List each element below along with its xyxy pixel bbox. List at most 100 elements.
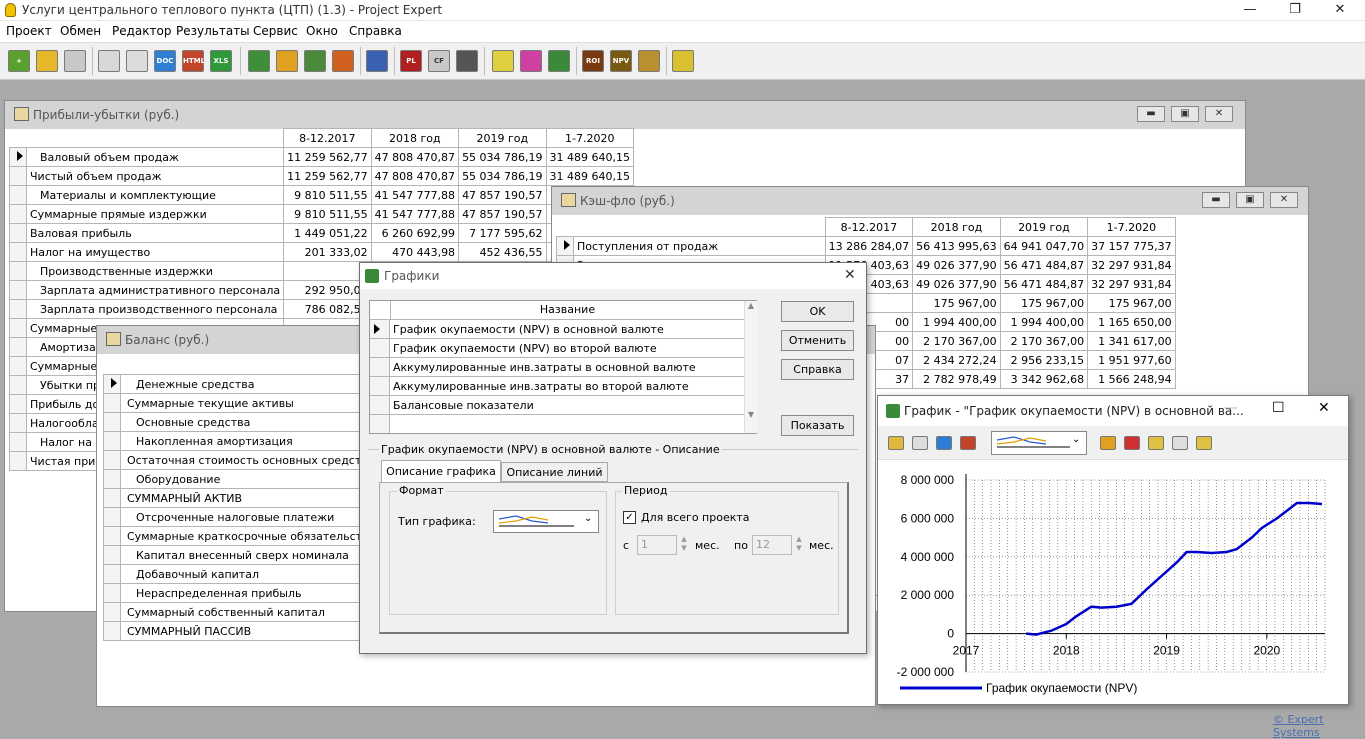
open-folder-icon[interactable] — [36, 50, 58, 72]
to-month-input[interactable]: 12 — [752, 535, 792, 555]
menu-project[interactable]: Проект — [6, 24, 52, 38]
list-item[interactable]: Балансовые показатели — [370, 396, 744, 415]
menu-exchange[interactable]: Обмен — [60, 24, 101, 38]
table-row[interactable]: СУММАРНЫЙ ПАССИВ — [103, 621, 385, 641]
cell-value[interactable]: 786 082,50 — [283, 299, 372, 319]
from-month-input[interactable]: 1 — [637, 535, 677, 555]
list-item[interactable]: Аккумулированные инв.затраты во второй в… — [370, 377, 744, 396]
row-label[interactable]: Основные средства — [119, 412, 380, 432]
new-project-icon[interactable]: + — [8, 50, 30, 72]
row-label[interactable]: Производственные издержки — [25, 261, 285, 281]
close-icon[interactable]: ✕ — [1325, 1, 1355, 19]
table-row[interactable]: Основные средства — [103, 412, 385, 432]
settings-icon[interactable] — [1100, 436, 1116, 450]
restore-icon[interactable]: ❐ — [1280, 1, 1310, 19]
save-icon[interactable] — [888, 436, 904, 450]
table-row[interactable]: СУММАРНЫЙ АКТИВ — [103, 488, 385, 508]
cf-report-icon[interactable]: CF — [428, 50, 450, 72]
tab-lines-description[interactable]: Описание линий — [501, 462, 608, 482]
chart-type-icon[interactable] — [1124, 436, 1140, 450]
cancel-button[interactable]: Отменить — [781, 330, 854, 351]
table-row[interactable]: Денежные средства — [103, 374, 385, 394]
cell-value[interactable]: 175 967,00 — [999, 293, 1089, 313]
cf-column-header[interactable]: 1-7.2020 — [1087, 217, 1176, 237]
cf-column-header[interactable]: 2019 год — [999, 217, 1089, 237]
balance-report-icon[interactable] — [456, 50, 478, 72]
row-label[interactable]: Материалы и комплектующие — [25, 185, 285, 205]
pl-column-header[interactable]: 2019 год — [458, 128, 547, 148]
row-label[interactable]: СУММАРНЫЙ АКТИВ — [119, 488, 380, 508]
cell-value[interactable]: 56 413 995,63 — [912, 236, 1001, 256]
cell-value[interactable]: 41 547 777,88 — [370, 185, 460, 205]
save-icon[interactable] — [64, 50, 86, 72]
minimize-icon[interactable]: — — [1224, 400, 1238, 416]
maximize-icon[interactable]: ☐ — [1272, 400, 1285, 416]
table-icon[interactable] — [1196, 436, 1212, 450]
building-icon[interactable] — [332, 50, 354, 72]
table-row[interactable]: Суммарные текущие активы — [103, 393, 385, 413]
show-button[interactable]: Показать — [781, 415, 854, 436]
row-label[interactable]: Поступления от продаж — [573, 236, 826, 256]
pl-column-header[interactable]: 2018 год — [370, 128, 460, 148]
menu-window[interactable]: Окно — [306, 24, 338, 38]
cell-value[interactable]: 32 297 931,84 — [1087, 274, 1176, 294]
axes-icon[interactable] — [1148, 436, 1164, 450]
row-label[interactable]: СУММАРНЫЙ ПАССИВ — [119, 621, 380, 641]
report-icon[interactable] — [638, 50, 660, 72]
chart-type-select[interactable]: ⌄ — [493, 510, 599, 533]
cell-value[interactable]: 32 297 931,84 — [1087, 255, 1176, 275]
calculator-icon[interactable] — [672, 50, 694, 72]
copyright-link[interactable]: © Expert Systems — [1273, 713, 1365, 739]
row-label[interactable]: Валовая прибыль — [25, 223, 285, 243]
print-icon[interactable] — [126, 50, 148, 72]
cell-value[interactable]: 201 333,02 — [283, 242, 372, 262]
row-label[interactable]: Добавочный капитал — [119, 564, 380, 584]
cell-value[interactable]: 2 170 367,00 — [999, 331, 1089, 351]
close-icon[interactable]: ✕ — [1318, 400, 1330, 416]
cell-value[interactable]: 47 808 470,87 — [370, 166, 460, 186]
cell-value[interactable]: 470 443,98 — [370, 242, 460, 262]
cell-value[interactable]: 55 034 786,19 — [458, 166, 547, 186]
ok-button[interactable]: OK — [781, 301, 854, 322]
restore-icon[interactable]: ▣ — [1171, 106, 1199, 122]
cell-value[interactable]: 2 170 367,00 — [912, 331, 1001, 351]
cell-value[interactable]: 49 026 377,90 — [912, 274, 1001, 294]
cell-value[interactable]: 47 857 190,57 — [458, 204, 547, 224]
row-label[interactable]: Оборудование — [119, 469, 380, 489]
pencil-icon[interactable] — [276, 50, 298, 72]
cell-value[interactable]: 9 810 511,55 — [283, 185, 372, 205]
user-icon[interactable] — [520, 50, 542, 72]
money-icon[interactable] — [304, 50, 326, 72]
cf-column-header[interactable]: 2018 год — [912, 217, 1001, 237]
table-row[interactable]: Добавочный капитал — [103, 564, 385, 584]
cell-value[interactable]: 56 471 484,87 — [999, 274, 1089, 294]
cell-value[interactable]: 1 165 650,00 — [1087, 312, 1176, 332]
row-label[interactable]: Накопленная амортизация — [119, 431, 380, 451]
npv-icon[interactable]: NPV — [610, 50, 632, 72]
cell-value[interactable]: 9 810 511,55 — [283, 204, 372, 224]
cell-value[interactable]: 3 342 962,68 — [999, 369, 1089, 389]
list-item[interactable]: График окупаемости (NPV) во второй валют… — [370, 339, 744, 358]
row-label[interactable]: Отсроченные налоговые платежи — [119, 507, 380, 527]
cell-value[interactable] — [283, 261, 372, 281]
restore-icon[interactable]: ▣ — [1236, 192, 1264, 208]
pl-column-header[interactable]: 8-12.2017 — [283, 128, 372, 148]
table-row[interactable]: Чистый объем продаж 11 259 562,77 47 808 4… — [9, 166, 635, 186]
table-row[interactable]: Суммарный собственный капитал — [103, 602, 385, 622]
cell-value[interactable]: 1 994 400,00 — [999, 312, 1089, 332]
table-row[interactable]: Остаточная стоимость основных средств: — [103, 450, 385, 470]
row-label[interactable]: Капитал внесенный сверх номинала — [119, 545, 380, 565]
menu-help[interactable]: Справка — [349, 24, 402, 38]
cell-value[interactable]: 11 259 562,77 — [283, 166, 372, 186]
table-row[interactable]: Нераспределенная прибыль — [103, 583, 385, 603]
search-icon[interactable] — [492, 50, 514, 72]
minimize-icon[interactable]: ▬ — [1202, 192, 1230, 208]
row-label[interactable]: Суммарные текущие активы — [119, 393, 380, 413]
cell-value[interactable]: 64 941 047,70 — [999, 236, 1089, 256]
row-label[interactable]: Остаточная стоимость основных средств: — [119, 450, 380, 470]
close-icon[interactable]: ✕ — [844, 267, 856, 283]
whole-project-checkbox[interactable]: ✓ — [623, 511, 636, 524]
to-month-spinner[interactable]: ▲ ▼ — [793, 535, 805, 555]
table-row[interactable]: Налог на имущество 201 333,02 470 443,98 45… — [9, 242, 635, 262]
chart-type-select[interactable]: ⌄ — [991, 431, 1087, 455]
